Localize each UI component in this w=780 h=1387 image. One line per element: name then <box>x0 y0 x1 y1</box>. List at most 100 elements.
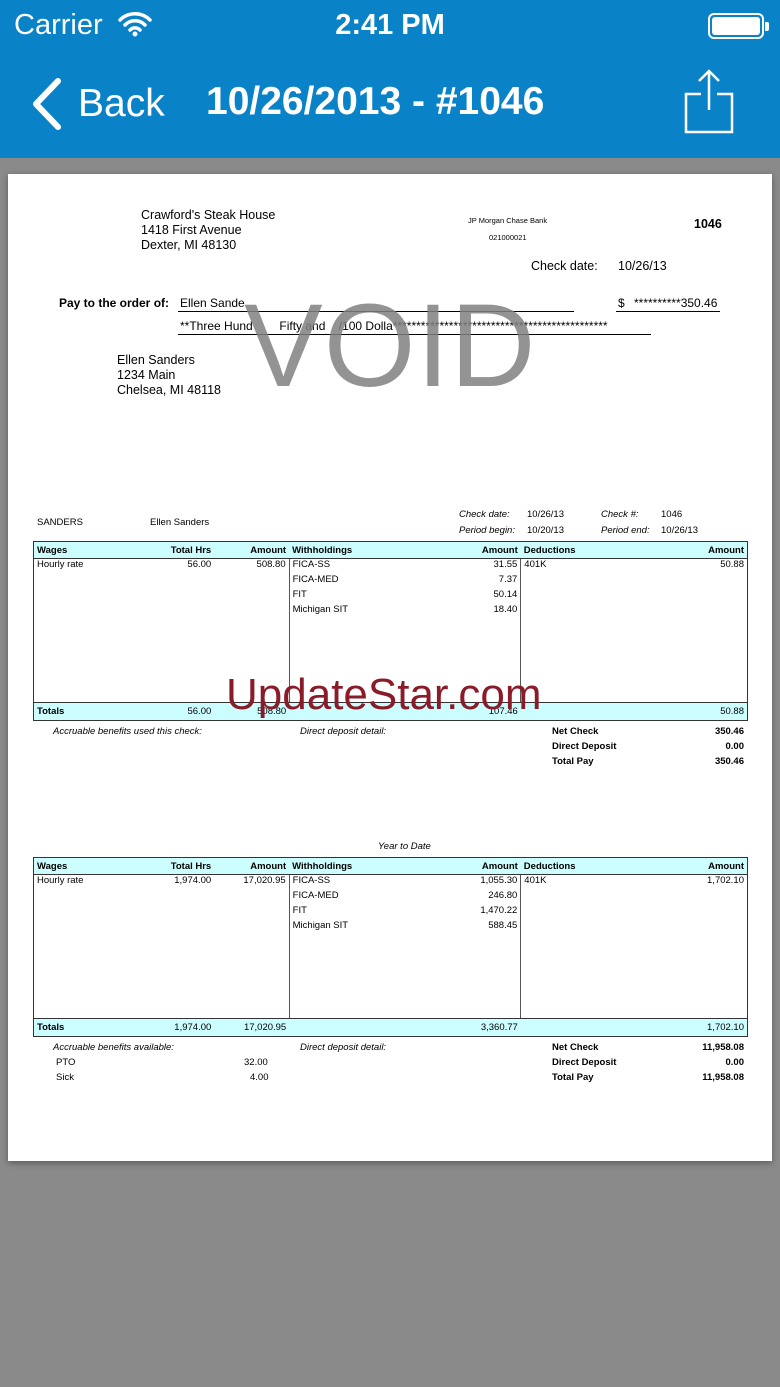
navigation-bar: Back 10/26/2013 - #1046 <box>0 56 780 158</box>
deduction-amount: 1,702.10 <box>650 874 748 890</box>
summary-value: 11,958.08 <box>702 1042 744 1053</box>
summary-label: Total Pay <box>552 1072 594 1083</box>
payee-address-line: 1234 Main <box>117 368 176 382</box>
header-deductions: Deductions <box>520 857 651 875</box>
check-amount: **********350.46 <box>634 296 718 310</box>
wage-hrs: 56.00 <box>187 559 212 570</box>
stub-check-date-label: Check date: <box>459 509 510 520</box>
withholding-name: Michigan SIT <box>288 919 429 935</box>
withholding-name: FICA-SS <box>288 874 429 890</box>
table-row: Hourly rate 1,974.00 17,020.95 FICA-SS 1… <box>33 874 748 890</box>
header-amount: Amount <box>428 541 521 559</box>
bank-name: JP Morgan Chase Bank <box>468 216 548 225</box>
header-amount: Amount <box>428 857 521 875</box>
header-deductions: Deductions <box>520 541 651 559</box>
summary-label: Net Check <box>552 1042 599 1053</box>
header-total-hrs: Total Hrs <box>150 857 215 875</box>
summary-label: Net Check <box>552 726 599 737</box>
table-row: Michigan SIT 18.40 <box>33 603 748 619</box>
benefits-available-label: Accruable benefits available: <box>53 1042 174 1053</box>
payee-address: Ellen Sanders 1234 Main Chelsea, MI 4811… <box>117 353 221 398</box>
header-amount: Amount <box>214 857 290 875</box>
header-amount: Amount <box>650 857 748 875</box>
withholding-amount: 246.80 <box>488 889 518 901</box>
status-bar: Carrier 2:41 PM <box>0 0 780 56</box>
dollar-sign: $ <box>618 296 625 310</box>
back-button[interactable]: Back <box>28 76 165 132</box>
withholding-name: FICA-MED <box>288 573 429 589</box>
ytd-totals-row: Totals 1,974.00 17,020.95 3,360.77 1,702… <box>33 1018 748 1037</box>
period-end-label: Period end: <box>601 525 650 536</box>
ytd-earnings-table: Wages Total Hrs Amount Withholdings Amou… <box>33 857 748 1019</box>
table-header-row: Wages Total Hrs Amount Withholdings Amou… <box>33 857 748 875</box>
totals-hrs: 56.00 <box>150 702 215 721</box>
check-number: 1046 <box>694 217 722 231</box>
totals-deductions: 1,702.10 <box>650 1018 748 1037</box>
watermark-text: UpdateStar.com <box>226 670 542 719</box>
withholding-amount: 31.55 <box>493 559 518 570</box>
company-address: Crawford's Steak House 1418 First Avenue… <box>141 208 275 253</box>
pay-to-label: Pay to the order of: <box>59 296 170 310</box>
company-line: Crawford's Steak House <box>141 208 276 222</box>
check-date-value: 10/26/13 <box>618 259 667 273</box>
header-wages: Wages <box>33 541 151 559</box>
totals-wages: 17,020.95 <box>214 1018 290 1037</box>
payee-address-line: Ellen Sanders <box>117 353 195 367</box>
period-end: 10/26/13 <box>661 525 698 536</box>
withholding-amount: 1,055.30 <box>480 875 518 886</box>
wage-amount: 508.80 <box>256 559 286 570</box>
void-stamp: VOID <box>244 280 537 412</box>
period-begin-label: Period begin: <box>459 525 515 536</box>
header-amount: Amount <box>650 541 748 559</box>
withholding-name: FICA-MED <box>288 889 429 905</box>
header-total-hrs: Total Hrs <box>150 541 215 559</box>
deduction-amount: 50.88 <box>650 558 748 574</box>
totals-hrs: 1,974.00 <box>150 1018 215 1037</box>
header-withholdings: Withholdings <box>289 541 429 559</box>
company-line: 1418 First Avenue <box>141 223 242 237</box>
withholding-name: Michigan SIT <box>288 603 429 619</box>
totals-label: Totals <box>33 702 151 721</box>
header-withholdings: Withholdings <box>289 857 429 875</box>
summary-value: 350.46 <box>714 726 744 737</box>
deduction-name: 401K <box>520 874 651 890</box>
totals-deductions: 50.88 <box>650 702 748 721</box>
direct-deposit-label: Direct deposit detail: <box>300 1042 387 1053</box>
summary-value: 0.00 <box>725 1057 745 1068</box>
summary-label: Direct Deposit <box>552 1057 617 1068</box>
check-date-label: Check date: <box>531 259 598 273</box>
back-label: Back <box>78 82 165 125</box>
payee-name: Ellen Sande <box>180 296 245 310</box>
benefit-name: PTO <box>56 1057 76 1068</box>
amount-underline <box>616 311 720 312</box>
summary-value: 350.46 <box>714 756 744 767</box>
wage-amount: 17,020.95 <box>243 875 286 886</box>
summary-label: Total Pay <box>552 756 594 767</box>
header-wages: Wages <box>33 857 151 875</box>
wage-name: Hourly rate <box>33 558 151 574</box>
routing-number: 021000021 <box>489 233 527 242</box>
check-document: Crawford's Steak House 1418 First Avenue… <box>8 174 772 1161</box>
direct-deposit-label: Direct deposit detail: <box>300 726 387 737</box>
withholding-name: FICA-SS <box>288 558 429 574</box>
battery-icon <box>708 13 769 39</box>
wage-hrs: 1,974.00 <box>174 875 212 886</box>
table-row: FICA-MED 7.37 <box>33 573 748 589</box>
benefits-used-label: Accruable benefits used this check: <box>53 726 202 737</box>
totals-withholdings: 3,360.77 <box>428 1018 521 1037</box>
table-row: Hourly rate 56.00 508.80 FICA-SS 31.55 4… <box>33 558 748 574</box>
totals-label: Totals <box>33 1018 151 1037</box>
withholding-amount: 18.40 <box>493 603 518 615</box>
header-amount: Amount <box>214 541 290 559</box>
summary-value: 11,958.08 <box>702 1072 744 1083</box>
employee-code: SANDERS <box>37 517 83 528</box>
table-row: FICA-MED 246.80 <box>33 889 748 905</box>
employee-name: Ellen Sanders <box>150 517 210 528</box>
table-row: FIT 1,470.22 <box>33 904 748 920</box>
share-icon[interactable] <box>683 68 735 134</box>
withholding-amount: 50.14 <box>493 588 518 600</box>
chevron-left-icon <box>33 78 61 130</box>
table-header-row: Wages Total Hrs Amount Withholdings Amou… <box>33 541 748 559</box>
deduction-name: 401K <box>520 558 651 574</box>
benefit-name: Sick <box>56 1072 74 1083</box>
